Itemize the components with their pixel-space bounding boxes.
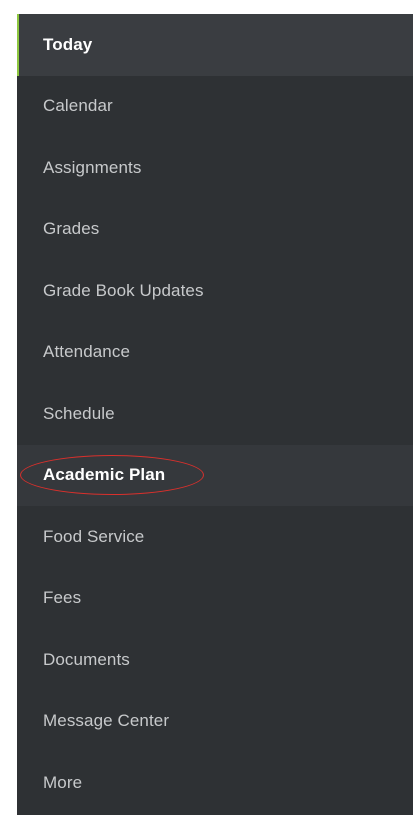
- sidebar-item-label: Attendance: [43, 342, 131, 362]
- sidebar-item-label: Assignments: [43, 157, 142, 177]
- sidebar-item-more[interactable]: More: [17, 752, 413, 814]
- sidebar-item-grade-book-updates[interactable]: Grade Book Updates: [17, 260, 413, 322]
- sidebar-item-label: Food Service: [43, 526, 145, 546]
- sidebar-item-schedule[interactable]: Schedule: [17, 383, 413, 445]
- sidebar-item-label: Grade Book Updates: [43, 280, 204, 300]
- sidebar-item-attendance[interactable]: Attendance: [17, 322, 413, 384]
- sidebar-nav: Today Calendar Assignments Grades Grade …: [17, 14, 413, 815]
- sidebar-item-label: Academic Plan: [43, 465, 166, 485]
- sidebar-item-documents[interactable]: Documents: [17, 629, 413, 691]
- sidebar-item-food-service[interactable]: Food Service: [17, 506, 413, 568]
- sidebar-item-fees[interactable]: Fees: [17, 568, 413, 630]
- page: Today Calendar Assignments Grades Grade …: [0, 0, 413, 815]
- sidebar-item-label: Message Center: [43, 711, 170, 731]
- sidebar-item-label: Grades: [43, 219, 100, 239]
- sidebar-item-message-center[interactable]: Message Center: [17, 691, 413, 753]
- sidebar-item-assignments[interactable]: Assignments: [17, 137, 413, 199]
- sidebar-item-label: Calendar: [43, 96, 113, 116]
- sidebar-item-grades[interactable]: Grades: [17, 199, 413, 261]
- sidebar-item-academic-plan[interactable]: Academic Plan: [17, 444, 413, 506]
- sidebar-item-label: Fees: [43, 588, 82, 608]
- sidebar-item-today[interactable]: Today: [17, 14, 413, 76]
- sidebar-item-label: Documents: [43, 649, 130, 669]
- sidebar-item-label: Today: [43, 34, 93, 54]
- sidebar-item-label: More: [43, 772, 83, 792]
- sidebar-item-label: Schedule: [43, 403, 115, 423]
- sidebar-item-calendar[interactable]: Calendar: [17, 76, 413, 138]
